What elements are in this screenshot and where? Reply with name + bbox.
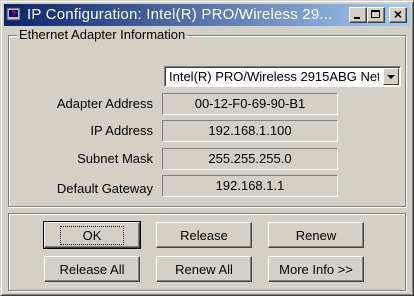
svg-text:?: ? — [11, 10, 16, 19]
ok-button[interactable]: OK — [43, 221, 141, 249]
ip-config-window: ? IP Configuration: Intel(R) PRO/Wireles… — [0, 0, 414, 296]
maximize-icon — [371, 10, 380, 18]
adapter-address-label: Adapter Address — [56, 96, 153, 111]
subnet-mask-label: Subnet Mask — [77, 151, 153, 166]
title-bar[interactable]: ? IP Configuration: Intel(R) PRO/Wireles… — [4, 4, 410, 26]
minimize-icon — [354, 17, 360, 19]
minimize-button[interactable] — [349, 7, 367, 23]
close-button[interactable]: × — [389, 6, 407, 23]
adapter-select-value: Intel(R) PRO/Wireless 2915ABG Net — [169, 69, 379, 84]
subnet-mask-value: 255.255.255.0 — [162, 148, 338, 170]
maximize-button[interactable] — [367, 7, 385, 23]
release-button[interactable]: Release — [156, 222, 252, 248]
chevron-down-icon — [387, 75, 395, 79]
default-gateway-value: 192.168.1.1 — [162, 175, 338, 197]
window-title: IP Configuration: Intel(R) PRO/Wireless … — [27, 6, 333, 23]
adapter-select-dropdown-button[interactable] — [383, 68, 399, 85]
group-label: Ethernet Adapter Information — [17, 27, 188, 42]
ok-label: OK — [59, 225, 125, 245]
default-gateway-label: Default Gateway — [56, 181, 153, 196]
close-icon: × — [393, 6, 403, 22]
ip-address-value: 192.168.1.100 — [162, 120, 338, 142]
renew-all-button[interactable]: Renew All — [156, 256, 252, 282]
help-network-icon[interactable]: ? — [6, 6, 23, 23]
release-all-button[interactable]: Release All — [44, 256, 140, 282]
renew-button[interactable]: Renew — [268, 222, 364, 248]
adapter-select[interactable]: Intel(R) PRO/Wireless 2915ABG Net — [164, 66, 401, 87]
ip-address-label: IP Address — [90, 123, 153, 138]
adapter-address-value: 00-12-F0-69-90-B1 — [162, 93, 338, 115]
more-info-button[interactable]: More Info >> — [268, 256, 364, 282]
